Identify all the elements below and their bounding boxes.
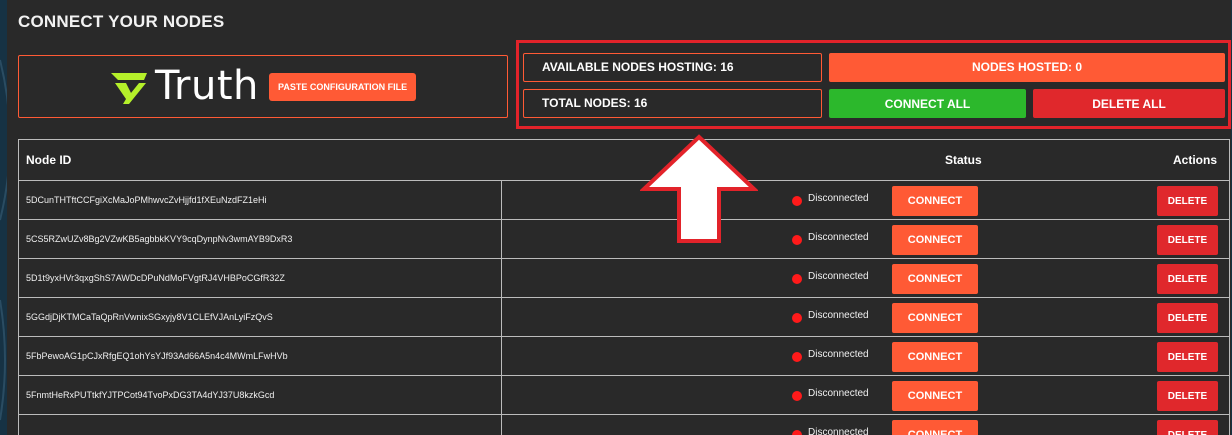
connect-button[interactable]: CONNECT — [892, 342, 978, 372]
delete-button[interactable]: DELETE — [1157, 420, 1218, 435]
node-id-cell: 5CS5RZwUZv8Bg2VZwKB5agbbkKVY9cqDynpNv3wm… — [19, 220, 502, 258]
node-id-cell: 5D1t9yxHVr3qxgShS7AWDcDPuNdMoFVgtRJ4VHBP… — [19, 259, 502, 297]
table-row: 5D1t9yxHVr3qxgShS7AWDcDPuNdMoFVgtRJ4VHBP… — [19, 258, 1229, 297]
status-text: Disconnected — [808, 349, 869, 360]
annotation-highlight-box — [516, 40, 1231, 129]
delete-button[interactable]: DELETE — [1157, 186, 1218, 216]
connect-button[interactable]: CONNECT — [892, 381, 978, 411]
logo-text: Truth — [155, 63, 259, 109]
nodes-table: Node ID Status Actions 5DCunTHTftCCFgiXc… — [18, 139, 1230, 435]
table-row: Disconnected CONNECT DELETE — [19, 414, 1229, 435]
status-text: Disconnected — [808, 427, 869, 435]
status-dot-icon — [792, 196, 802, 206]
node-id-cell — [19, 415, 502, 435]
status-text: Disconnected — [808, 310, 869, 321]
delete-button[interactable]: DELETE — [1157, 225, 1218, 255]
table-row: 5DCunTHTftCCFgiXcMaJoPMhwvcZvHjjfd1fXEuN… — [19, 180, 1229, 219]
delete-button[interactable]: DELETE — [1157, 264, 1218, 294]
status-text: Disconnected — [808, 232, 869, 243]
node-id-cell: 5FbPewoAG1pCJxRfgEQ1ohYsYJf93Ad66A5n4c4M… — [19, 337, 502, 375]
logo-box: Truth PASTE CONFIGURATION FILE — [18, 55, 508, 118]
delete-button[interactable]: DELETE — [1157, 381, 1218, 411]
table-row: 5FnmtHeRxPUTtkfYJTPCot94TvoPxDG3TA4dYJ37… — [19, 375, 1229, 414]
truth-logo: Truth — [109, 66, 259, 106]
column-header-actions: Actions — [1173, 153, 1218, 167]
table-row: 5FbPewoAG1pCJxRfgEQ1ohYsYJf93Ad66A5n4c4M… — [19, 336, 1229, 375]
connect-button[interactable]: CONNECT — [892, 225, 978, 255]
column-header-node-id: Node ID — [26, 153, 72, 167]
status-dot-icon — [792, 352, 802, 362]
table-row: 5GGdjDjKTMCaTaQpRnVwnixSGxyjy8V1CLEfVJAn… — [19, 297, 1229, 336]
paste-configuration-file-button[interactable]: PASTE CONFIGURATION FILE — [269, 73, 417, 101]
status-dot-icon — [792, 274, 802, 284]
node-id-cell: 5GGdjDjKTMCaTaQpRnVwnixSGxyjy8V1CLEfVJAn… — [19, 298, 502, 336]
connect-button[interactable]: CONNECT — [892, 303, 978, 333]
truth-logo-mark-icon — [111, 73, 147, 104]
status-dot-icon — [792, 430, 802, 435]
status-text: Disconnected — [808, 193, 869, 204]
status-dot-icon — [792, 391, 802, 401]
status-dot-icon — [792, 235, 802, 245]
status-dot-icon — [792, 313, 802, 323]
delete-button[interactable]: DELETE — [1157, 303, 1218, 333]
column-header-status: Status — [945, 153, 982, 167]
table-row: 5CS5RZwUZv8Bg2VZwKB5agbbkKVY9cqDynpNv3wm… — [19, 219, 1229, 258]
connect-button[interactable]: CONNECT — [892, 420, 978, 435]
node-id-cell: 5FnmtHeRxPUTtkfYJTPCot94TvoPxDG3TA4dYJ37… — [19, 376, 502, 414]
table-header: Node ID Status Actions — [19, 140, 1229, 180]
connect-button[interactable]: CONNECT — [892, 264, 978, 294]
status-text: Disconnected — [808, 271, 869, 282]
delete-button[interactable]: DELETE — [1157, 342, 1218, 372]
up-arrow-icon — [640, 134, 758, 243]
connect-button[interactable]: CONNECT — [892, 186, 978, 216]
node-id-cell: 5DCunTHTftCCFgiXcMaJoPMhwvcZvHjjfd1fXEuN… — [19, 181, 502, 219]
page-title: CONNECT YOUR NODES — [18, 12, 225, 31]
status-text: Disconnected — [808, 388, 869, 399]
